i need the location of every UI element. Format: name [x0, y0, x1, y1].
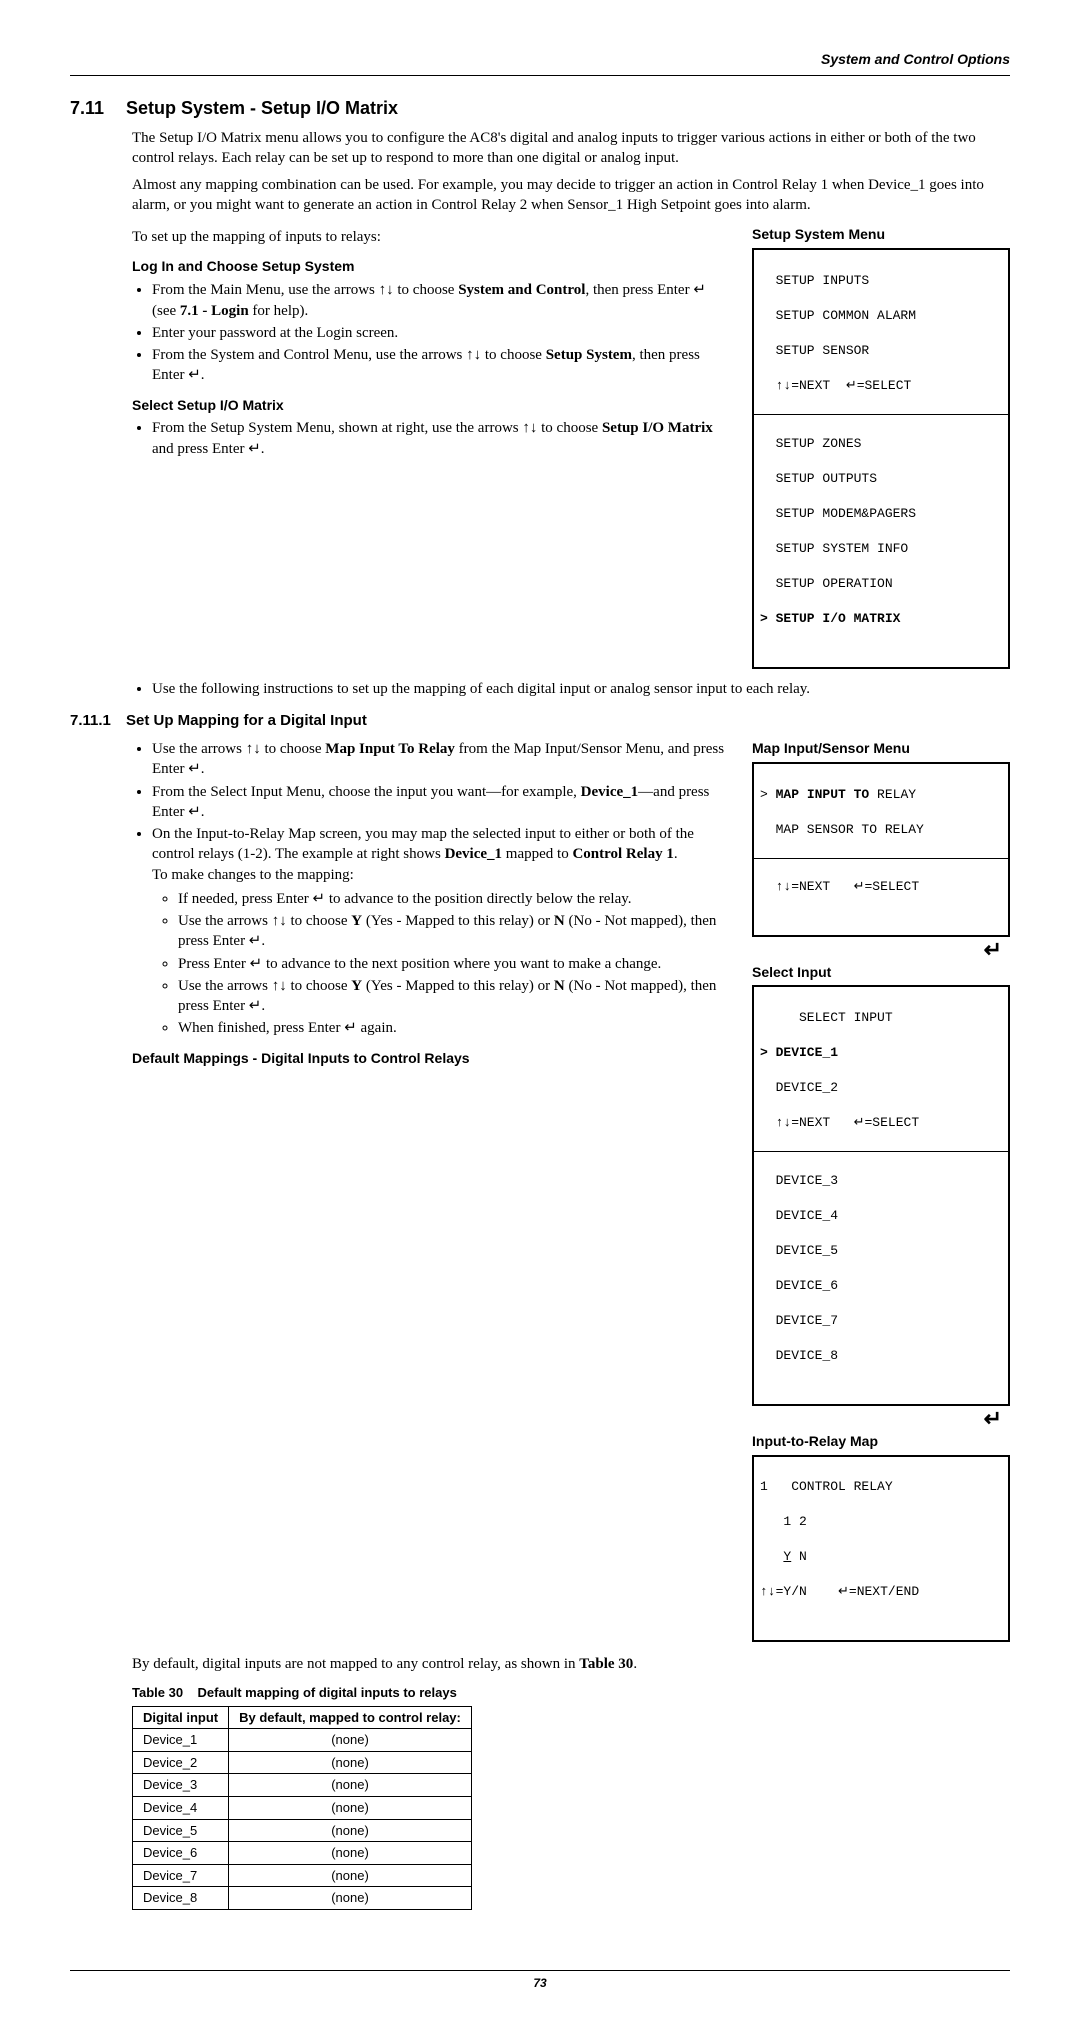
enter-arrow-icon: ↵ — [752, 941, 1010, 959]
select-step-2: Use the following instructions to set up… — [152, 679, 1010, 699]
select-subheading: Select Setup I/O Matrix — [132, 396, 732, 415]
select-input-menu-lcd: SELECT INPUT > DEVICE_1 DEVICE_2 ↑↓=NEXT… — [752, 985, 1010, 1406]
section-title: Setup System - Setup I/O Matrix — [126, 98, 398, 118]
map-substep-1: If needed, press Enter ↵ to advance to t… — [178, 889, 732, 909]
setup-system-menu-lcd: SETUP INPUTS SETUP COMMON ALARM SETUP SE… — [752, 248, 1010, 669]
running-header: System and Control Options — [70, 50, 1010, 76]
map-substep-5: When finished, press Enter ↵ again. — [178, 1018, 732, 1038]
input-to-relay-map-title: Input-to-Relay Map — [752, 1432, 1010, 1451]
map-substep-2: Use the arrows ↑↓ to choose Y (Yes - Map… — [178, 911, 732, 952]
select-step-1: From the Setup System Menu, shown at rig… — [152, 418, 732, 459]
default-mappings-heading: Default Mappings - Digital Inputs to Con… — [132, 1049, 732, 1068]
map-step-2: From the Select Input Menu, choose the i… — [152, 782, 732, 823]
login-step-1: From the Main Menu, use the arrows ↑↓ to… — [152, 280, 732, 321]
default-mappings-paragraph: By default, digital inputs are not mappe… — [132, 1654, 1010, 1674]
table-row: Device_3(none) — [133, 1774, 472, 1797]
table-row: Device_4(none) — [133, 1796, 472, 1819]
map-input-menu-lcd: > MAP INPUT TO RELAY MAP SENSOR TO RELAY… — [752, 762, 1010, 937]
page-footer: 73 — [70, 1970, 1010, 1991]
section-number: 7.11 — [70, 96, 126, 120]
map-substep-3: Press Enter ↵ to advance to the next pos… — [178, 954, 732, 974]
login-subheading: Log In and Choose Setup System — [132, 257, 732, 276]
setup-system-menu-title: Setup System Menu — [752, 225, 1010, 244]
map-step-3: On the Input-to-Relay Map screen, you ma… — [152, 824, 732, 1039]
map-step-1: Use the arrows ↑↓ to choose Map Input To… — [152, 739, 732, 780]
subsection-title: Set Up Mapping for a Digital Input — [126, 712, 367, 729]
default-mapping-table: Digital input By default, mapped to cont… — [132, 1706, 472, 1910]
intro-paragraph-1: The Setup I/O Matrix menu allows you to … — [132, 128, 1010, 169]
table-header-digital-input: Digital input — [133, 1706, 229, 1729]
table-row: Device_2(none) — [133, 1751, 472, 1774]
subsection-heading: 7.11.1Set Up Mapping for a Digital Input — [70, 711, 1010, 731]
login-step-3: From the System and Control Menu, use th… — [152, 345, 732, 386]
intro-paragraph-3: To set up the mapping of inputs to relay… — [132, 227, 732, 247]
table-row: Device_6(none) — [133, 1842, 472, 1865]
table-caption: Table 30 Default mapping of digital inpu… — [132, 1684, 1010, 1702]
table-row: Device_5(none) — [133, 1819, 472, 1842]
intro-paragraph-2: Almost any mapping combination can be us… — [132, 175, 1010, 216]
enter-arrow-icon: ↵ — [752, 1410, 1010, 1428]
table-header-mapped-to: By default, mapped to control relay: — [229, 1706, 472, 1729]
map-changes-intro: To make changes to the mapping: — [152, 865, 732, 885]
table-row: Device_1(none) — [133, 1729, 472, 1752]
select-input-menu-title: Select Input — [752, 963, 1010, 982]
input-to-relay-map-lcd: 1 CONTROL RELAY 1 2 Y N ↑↓=Y/N ↵=NEXT/EN… — [752, 1455, 1010, 1642]
table-row: Device_7(none) — [133, 1864, 472, 1887]
section-heading: 7.11Setup System - Setup I/O Matrix — [70, 96, 1010, 120]
map-input-menu-title: Map Input/Sensor Menu — [752, 739, 1010, 758]
table-row: Device_8(none) — [133, 1887, 472, 1910]
map-substep-4: Use the arrows ↑↓ to choose Y (Yes - Map… — [178, 976, 732, 1017]
login-step-2: Enter your password at the Login screen. — [152, 323, 732, 343]
subsection-number: 7.11.1 — [70, 711, 126, 731]
